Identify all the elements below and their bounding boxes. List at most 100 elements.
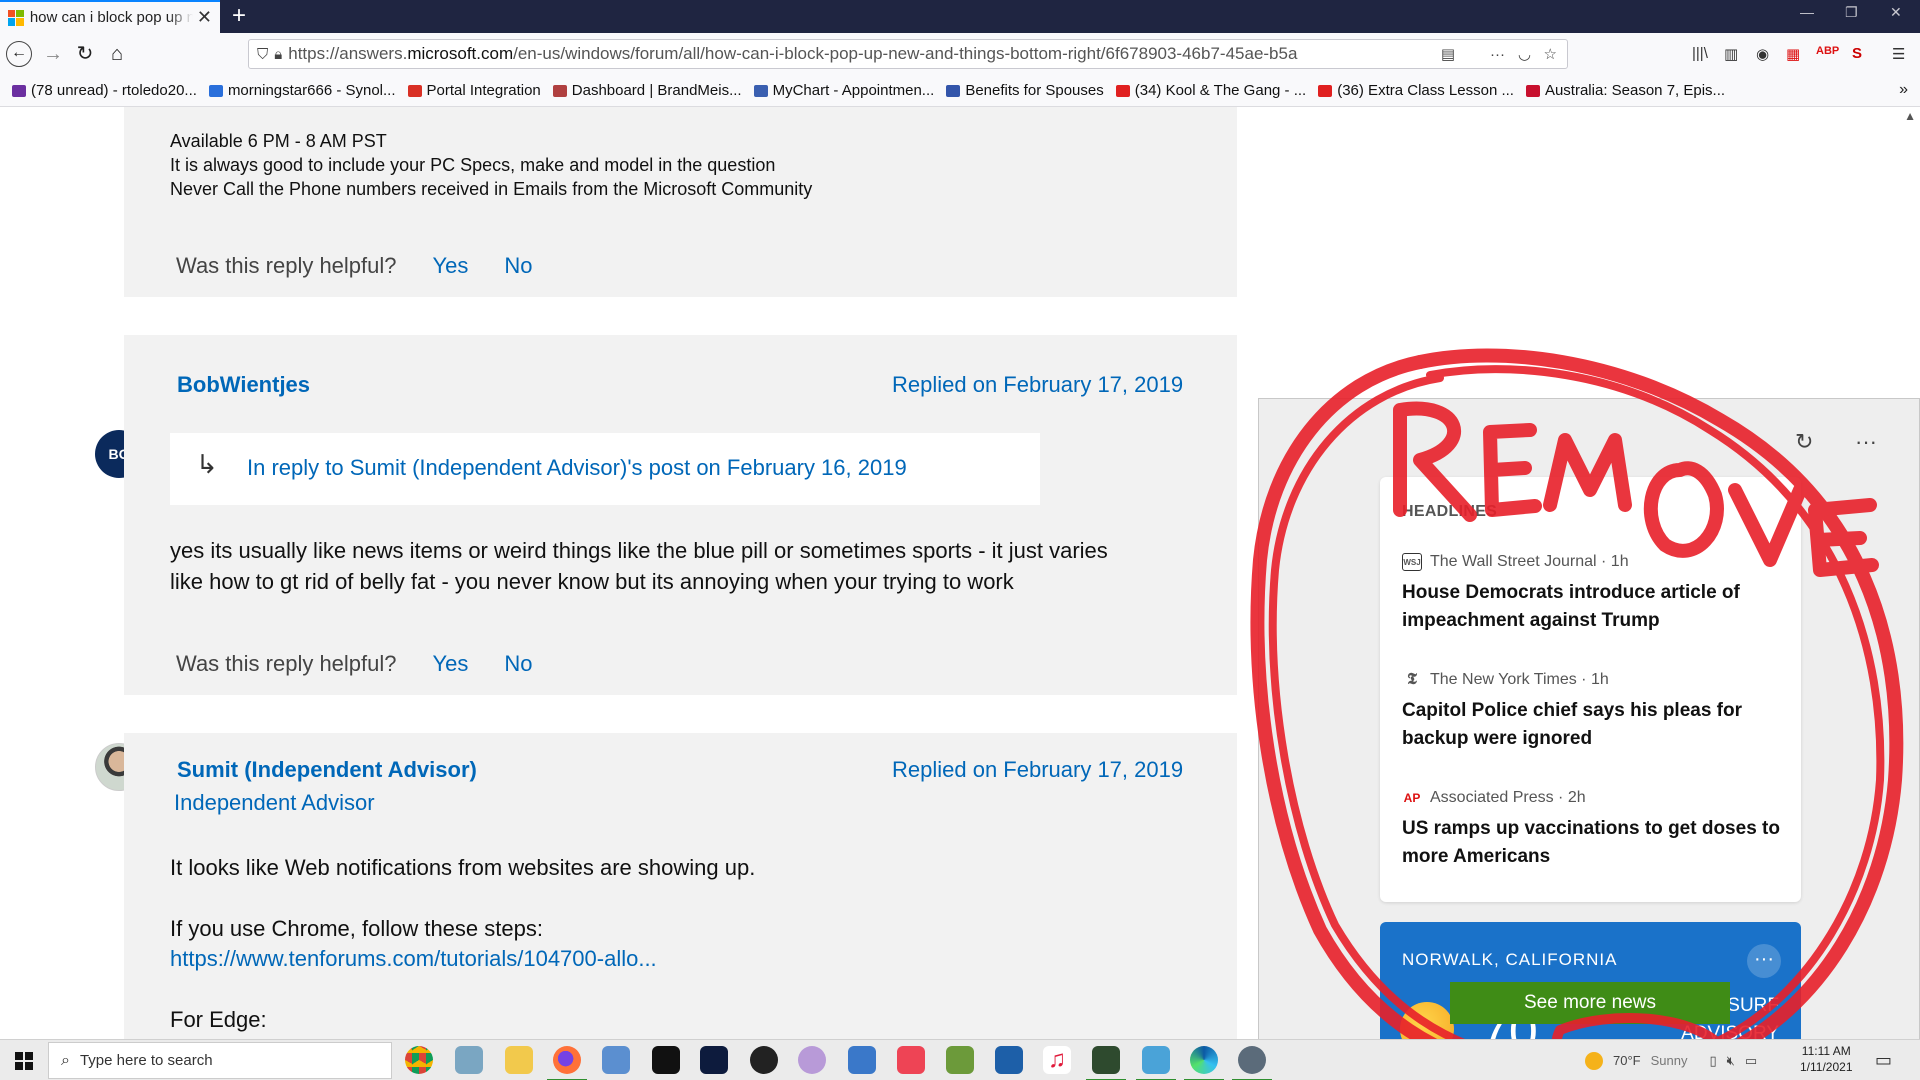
minimize-icon[interactable]: — (1800, 4, 1814, 20)
weather-more-options-icon[interactable]: ··· (1747, 944, 1781, 978)
remote-desktop-app-icon[interactable] (1136, 1046, 1176, 1080)
dark-app-icon[interactable] (700, 1046, 728, 1074)
author-name[interactable]: BobWientjes (177, 372, 310, 398)
story-headline[interactable]: Capitol Police chief says his pleas for … (1402, 697, 1782, 753)
purple-app-icon[interactable] (798, 1046, 826, 1074)
bookmark-label: (78 unread) - rtoledo20... (31, 82, 197, 99)
news-story[interactable]: AP Associated Press · 2h US ramps up vacc… (1402, 789, 1782, 871)
tools-app-icon[interactable] (455, 1046, 483, 1074)
scroll-up-arrow-icon[interactable]: ▲ (1904, 109, 1916, 123)
windows-start-icon[interactable] (0, 1040, 48, 1080)
tab-close-icon[interactable]: ✕ (197, 7, 212, 28)
library-icon[interactable]: |||\ (1692, 45, 1708, 62)
notes-app-icon[interactable] (602, 1046, 630, 1074)
file-explorer-icon[interactable] (505, 1046, 533, 1074)
action-center-icon[interactable]: ▭ (1875, 1050, 1892, 1071)
account-icon[interactable]: ◉ (1756, 45, 1769, 63)
more-options-icon[interactable]: ··· (1855, 429, 1877, 455)
x-app-icon[interactable] (652, 1046, 680, 1074)
helpful-yes-link[interactable]: Yes (433, 651, 469, 676)
forward-arrow-icon[interactable]: → (40, 41, 66, 67)
tenforums-link[interactable]: https://www.tenforums.com/tutorials/1047… (170, 943, 657, 974)
page-actions-icon[interactable]: ··· (1490, 46, 1505, 63)
helpful-no-link[interactable]: No (504, 651, 532, 676)
taskbar-weather-temp[interactable]: 70°F (1613, 1053, 1641, 1068)
drive-app-icon[interactable] (946, 1046, 974, 1074)
music-app-icon[interactable]: ♫ (1043, 1046, 1071, 1074)
adblock-icon[interactable]: ABP (1816, 45, 1839, 57)
battery-icon[interactable]: ▯ (1709, 1053, 1716, 1069)
signature-line: Available 6 PM - 8 AM PST (170, 131, 387, 151)
bookmark-item[interactable]: MyChart - Appointmen... (753, 82, 934, 99)
url-prefix: https://answers. (288, 44, 408, 63)
chrome-app-icon[interactable] (405, 1046, 433, 1074)
pocket-icon[interactable]: ◡ (1518, 45, 1531, 63)
bookmark-item[interactable]: (36) Extra Class Lesson ... (1318, 82, 1514, 99)
bookmark-favicon-icon (12, 84, 26, 97)
reply-date[interactable]: Replied on February 17, 2019 (892, 372, 1183, 398)
sidebar-icon[interactable]: ▥ (1724, 45, 1738, 63)
active-tab[interactable]: how can i block pop up new and things bo… (0, 0, 220, 33)
refresh-icon[interactable]: ↻ (1795, 429, 1813, 455)
clock-time: 11:11 AM (1801, 1044, 1851, 1058)
story-source: Associated Press · 2h (1430, 789, 1586, 806)
helpful-prompt: Was this reply helpful? Yes No (176, 651, 533, 677)
bookmark-star-icon[interactable]: ☆ (1544, 45, 1557, 63)
reply-date[interactable]: Replied on February 17, 2019 (892, 757, 1183, 783)
lock-icon[interactable]: 🔒︎ (274, 46, 282, 63)
bookmark-item[interactable]: Dashboard | BrandMeis... (552, 82, 742, 99)
bookmark-favicon-icon (946, 84, 961, 97)
signature-line: It is always good to include your PC Spe… (170, 155, 776, 175)
close-window-icon[interactable]: ✕ (1890, 4, 1902, 21)
bookmark-item[interactable]: Portal Integration (407, 82, 541, 99)
story-headline[interactable]: House Democrats introduce article of imp… (1402, 579, 1782, 635)
wsj-logo-icon: WSJ (1402, 553, 1422, 571)
taskbar-search-box[interactable]: ⌕ Type here to search (48, 1042, 392, 1079)
colorful-app-icon[interactable] (897, 1046, 925, 1074)
network-icon[interactable]: ▭ (1745, 1053, 1757, 1069)
taskbar-weather-condition[interactable]: Sunny (1651, 1053, 1688, 1068)
restore-icon[interactable]: ❐ (1845, 4, 1858, 21)
monitor-app-icon[interactable] (1086, 1046, 1126, 1080)
story-source: The Wall Street Journal · 1h (1430, 553, 1629, 570)
news-story[interactable]: WSJ The Wall Street Journal · 1h House De… (1402, 553, 1782, 635)
home-icon[interactable]: ⌂ (104, 41, 130, 67)
shield-icon[interactable]: ⛉ (257, 46, 268, 63)
helpful-no-link[interactable]: No (504, 253, 532, 278)
hamburger-menu-icon[interactable]: ☰ (1892, 45, 1905, 63)
url-bar[interactable]: ⛉ 🔒︎ https://answers. microsoft.com/en-us… (248, 39, 1568, 69)
chart-app-icon[interactable] (995, 1046, 1023, 1074)
edge-app-icon[interactable] (1184, 1046, 1224, 1080)
speedometer-app-icon[interactable] (750, 1046, 778, 1074)
story-headline[interactable]: US ramps up vaccinations to get doses to… (1402, 815, 1782, 871)
bookmark-label: (34) Kool & The Gang - ... (1134, 82, 1307, 99)
bookmark-favicon-icon (407, 84, 422, 97)
volume-muted-icon[interactable]: 🔇︎ (1727, 1053, 1735, 1069)
firefox-app-icon[interactable] (547, 1046, 587, 1080)
reload-icon[interactable]: ↻ (72, 41, 98, 67)
bookmark-item[interactable]: Benefits for Spouses (946, 82, 1104, 99)
helpful-label: Was this reply helpful? (176, 253, 397, 278)
news-story[interactable]: 𝕿 The New York Times · 1h Capitol Police … (1402, 671, 1782, 753)
system-tray: 70°F Sunny ▯ 🔇︎ ▭ (1585, 1040, 1757, 1080)
back-arrow-icon[interactable]: ← (6, 41, 32, 67)
reply-body-line: If you use Chrome, follow these steps: (170, 916, 543, 941)
settings-gear-icon[interactable] (1232, 1046, 1272, 1080)
helpful-yes-link[interactable]: Yes (433, 253, 469, 278)
new-tab-button[interactable]: + (232, 2, 246, 30)
bookmark-item[interactable]: (78 unread) - rtoledo20... (12, 82, 197, 99)
bookmarks-overflow-icon[interactable]: » (1899, 81, 1908, 99)
taskbar-clock[interactable]: 11:11 AM 1/11/2021 (1800, 1043, 1853, 1075)
reader-view-icon[interactable]: ▤ (1441, 45, 1455, 63)
window-app-icon[interactable] (848, 1046, 876, 1074)
headlines-card: HEADLINES WSJ The Wall Street Journal · 1… (1380, 477, 1801, 902)
bookmark-item[interactable]: Australia: Season 7, Epis... (1525, 82, 1725, 99)
bookmark-item[interactable]: (34) Kool & The Gang - ... (1115, 82, 1307, 99)
reply-quote-box[interactable]: ↳ In reply to Sumit (Independent Advisor… (170, 433, 1040, 505)
in-reply-to-link[interactable]: In reply to Sumit (Independent Advisor)'… (247, 455, 907, 481)
author-name[interactable]: Sumit (Independent Advisor) (177, 757, 477, 783)
bookmark-item[interactable]: morningstar666 - Synol... (208, 82, 396, 99)
see-more-news-button[interactable]: See more news (1450, 982, 1730, 1024)
s-extension-icon[interactable]: S (1852, 45, 1862, 62)
extension-badge-icon[interactable]: ▦ (1786, 45, 1800, 63)
